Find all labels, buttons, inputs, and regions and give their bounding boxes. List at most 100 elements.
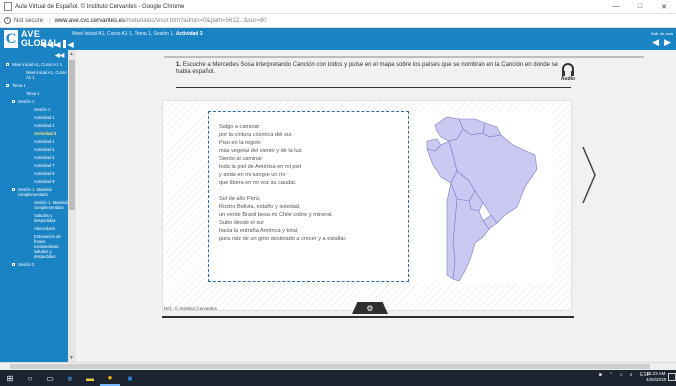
windows-start-icon[interactable]: ⊞ xyxy=(0,370,20,386)
expand-toggle-icon[interactable] xyxy=(6,63,9,66)
sidebar-item[interactable]: Actividad 9 xyxy=(0,179,68,184)
chrome-icon[interactable]: ● xyxy=(100,370,120,386)
settings-gear-icon[interactable]: ⚙ xyxy=(352,302,388,314)
sidebar-item-label: Actividad 9 xyxy=(34,179,55,184)
next-page-icon[interactable]: ▶ xyxy=(664,38,671,47)
bar-icon xyxy=(63,40,67,48)
sidebar-item[interactable]: Sesión 2 xyxy=(0,262,68,267)
address-bar[interactable]: i Not secure | www.ave.cvc.cervantes.es … xyxy=(0,14,676,28)
windows-taskbar: ⊞ ○ ▭ e ▬ ● ■ ☻ ⌃ ♫ ♬ ESP 11:23 AM 4/26/… xyxy=(0,370,676,386)
url-path[interactable]: /materiales/visor.htm?admin=0&path=5612.… xyxy=(125,18,267,24)
logo-c: C xyxy=(4,30,18,48)
audio-label[interactable]: Audio xyxy=(556,76,580,82)
sidebar-item-label: Actividad 3 xyxy=(34,131,57,136)
bottom-bar xyxy=(162,316,574,318)
minimize-button[interactable]: — xyxy=(604,0,628,14)
outlook-icon[interactable]: ■ xyxy=(120,370,140,386)
prev-icon[interactable]: ◀ xyxy=(47,40,53,49)
sidebar-item[interactable]: Tema 1 xyxy=(0,91,68,96)
expand-toggle-icon[interactable] xyxy=(6,84,9,87)
notification-icon[interactable] xyxy=(668,373,676,381)
file-explorer-icon[interactable]: ▬ xyxy=(80,370,100,386)
headphones-icon[interactable] xyxy=(562,63,574,76)
next-activity-icon[interactable] xyxy=(581,145,597,205)
sidebar-item[interactable]: Sesión 1. Material complementario xyxy=(0,187,68,197)
previous-page-icon[interactable]: ◀ xyxy=(652,38,659,47)
south-america-map[interactable] xyxy=(413,111,553,283)
edge-icon[interactable]: e xyxy=(60,370,80,386)
sidebar-item[interactable]: Saludos y despedidas xyxy=(0,213,68,223)
chevron-up-icon[interactable]: ⌃ xyxy=(609,372,613,378)
maximize-button[interactable]: □ xyxy=(628,0,652,14)
sidebar-item[interactable]: Actividad 5 xyxy=(0,147,68,152)
chrome-window: Aula Virtual de Español. © Instituto Cer… xyxy=(0,0,676,386)
sidebar-item[interactable]: Sesión 1 xyxy=(0,99,68,104)
prev-small-icon[interactable]: ◀ xyxy=(54,40,60,49)
sidebar-item[interactable]: Actividad 1 xyxy=(0,115,68,120)
sidebar-item[interactable]: Actividad 2 xyxy=(0,123,68,128)
sidebar-item[interactable]: Actividad 8 xyxy=(0,171,68,176)
lyric-line: hacia la entraña América y total, xyxy=(219,228,299,234)
map-country-argentina[interactable] xyxy=(452,198,490,282)
sidebar-item-label: Entonación de frases exclamativas: salud… xyxy=(34,234,61,259)
sidebar-item[interactable]: Nivel inicial A1, Curso A1 1 xyxy=(0,70,68,80)
lyric-line: Siento al caminar xyxy=(219,156,263,162)
page-arrows: ◀ ▶ xyxy=(652,38,671,47)
title-bar: Aula Virtual de Español. © Instituto Cer… xyxy=(0,0,676,14)
sidebar-item-label: Sesión 1. Material complementario xyxy=(34,200,68,210)
sidebar-item[interactable]: Actividad 4 xyxy=(0,139,68,144)
first-icon[interactable]: ◀ xyxy=(40,40,46,49)
lyric-line: más vegetal del viento y de la luz. xyxy=(219,148,303,154)
system-tray: ☻ ⌃ ♫ ♬ ESP xyxy=(598,372,650,378)
people-icon[interactable]: ☻ xyxy=(598,372,603,378)
scroll-thumb[interactable] xyxy=(69,60,75,210)
volume-icon[interactable]: ♬ xyxy=(629,372,634,378)
clock[interactable]: 11:23 AM 4/26/2018 xyxy=(646,371,666,383)
sidebar-item-label: Tema 1 xyxy=(26,91,40,96)
task-view-icon[interactable]: ▭ xyxy=(40,370,60,386)
sidebar-scrollbar[interactable]: ▲ ▼ xyxy=(68,50,76,362)
sidebar-item[interactable]: Sesión 1 xyxy=(0,107,68,112)
exit-session-label[interactable]: Salir de esta xyxy=(651,31,673,36)
horizontal-scrollbar[interactable] xyxy=(0,362,676,370)
expand-toggle-icon[interactable] xyxy=(12,188,15,191)
sidebar-item[interactable]: Nivel inicial A1, Curso A1 1 xyxy=(0,62,68,67)
audio-button[interactable]: Audio xyxy=(556,63,580,82)
sidebar-tree: Nivel inicial A1, Curso A1 1 Nivel inicia… xyxy=(0,62,68,270)
lyric-line: Piso en la región xyxy=(219,140,261,146)
sidebar-item-label: Saludos y despedidas xyxy=(34,213,56,223)
activity-number: 1. xyxy=(176,62,182,68)
next-small-icon[interactable]: ◀ xyxy=(67,40,73,49)
main-content: 1. Escuche a Mercedes Sosa interpretando… xyxy=(76,50,676,362)
sidebar-item[interactable]: Tema 1 xyxy=(0,83,68,88)
info-icon[interactable]: i xyxy=(4,17,11,24)
scroll-up-icon[interactable]: ▲ xyxy=(69,51,74,57)
expand-toggle-icon[interactable] xyxy=(12,100,15,103)
clock-date: 4/26/2018 xyxy=(645,377,666,382)
security-label[interactable]: Not secure xyxy=(14,18,43,24)
sidebar-item[interactable]: Actividad 3 xyxy=(0,131,68,136)
lyric-line: toda la piel de América en mi piel xyxy=(219,164,302,170)
search-icon[interactable]: ○ xyxy=(20,370,40,386)
sidebar-item-label: Actividad 8 xyxy=(34,171,55,176)
window-title: Aula Virtual de Español. © Instituto Cer… xyxy=(15,3,185,10)
expand-toggle-icon[interactable] xyxy=(12,263,15,266)
breadcrumb-path: Nivel inicial A1, Curso A1 1, Tema 1, Se… xyxy=(72,31,175,37)
close-button[interactable]: ✕ xyxy=(652,0,676,14)
sidebar-item[interactable]: Actividad 6 xyxy=(0,155,68,160)
sidebar-item[interactable]: Entonación de frases exclamativas: salud… xyxy=(0,234,68,259)
sidebar-item[interactable]: Abecedario xyxy=(0,226,68,231)
breadcrumb: Nivel inicial A1, Curso A1 1, Tema 1, Se… xyxy=(72,31,203,37)
url-host[interactable]: www.ave.cvc.cervantes.es xyxy=(55,18,125,24)
scroll-down-icon[interactable]: ▼ xyxy=(69,355,74,361)
map-svg[interactable] xyxy=(413,111,553,283)
sidebar-item-label: Nivel inicial A1, Curso A1 1 xyxy=(26,70,67,80)
network-icon[interactable]: ♫ xyxy=(619,372,623,378)
sidebar-item[interactable]: Actividad 7 xyxy=(0,163,68,168)
sidebar-item[interactable]: Sesión 1. Material complementario xyxy=(0,200,68,210)
stanza-gap xyxy=(219,187,398,195)
collapse-sidebar-icon[interactable]: ◀◀ xyxy=(55,52,64,59)
lyric-line: Rostro Bolivia, estaño y soledad, xyxy=(219,204,301,210)
horizontal-scroll-thumb[interactable] xyxy=(10,364,650,369)
sidebar-item-label: Actividad 6 xyxy=(34,155,55,160)
